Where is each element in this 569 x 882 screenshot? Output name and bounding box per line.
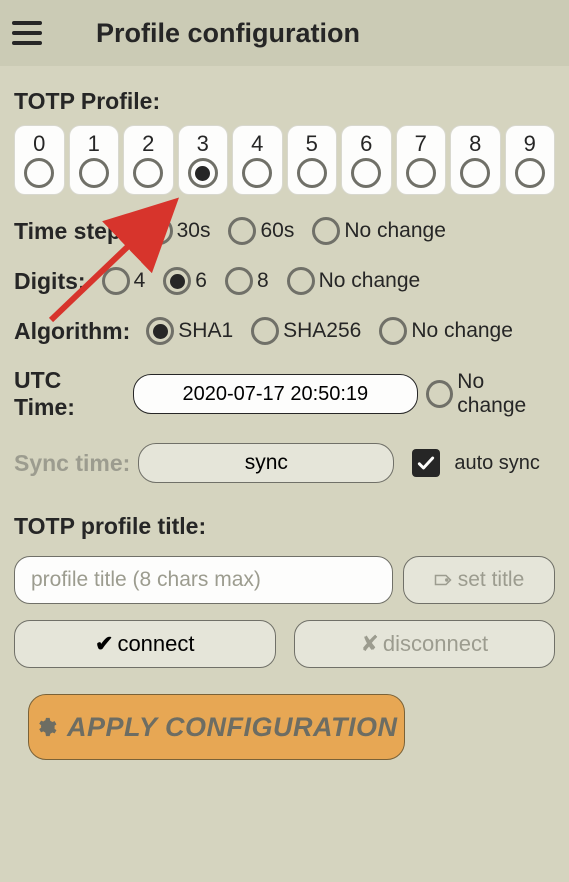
digits-option-label: 4: [134, 269, 146, 293]
profile-slot-8[interactable]: 8: [450, 125, 501, 195]
radio-icon: [312, 217, 340, 245]
radio-icon: [145, 217, 173, 245]
set-title-button[interactable]: set title: [403, 556, 555, 604]
utc-nochange-radio[interactable]: No change: [426, 370, 555, 418]
profile-slot-number: 6: [360, 131, 372, 157]
radio-icon: [228, 217, 256, 245]
profile-slot-number: 7: [415, 131, 427, 157]
radio-icon: [287, 267, 315, 295]
profile-slot-number: 8: [469, 131, 481, 157]
profile-title-row: set title: [14, 556, 555, 604]
profile-slot-number: 4: [251, 131, 263, 157]
digits-option-no-change[interactable]: No change: [287, 267, 421, 295]
auto-sync-checkbox[interactable]: [412, 449, 440, 477]
set-title-label: set title: [458, 568, 525, 592]
algorithm-option-label: No change: [411, 319, 513, 343]
algorithm-option-label: SHA256: [283, 319, 361, 343]
sync-row: Sync time: sync auto sync: [14, 443, 555, 483]
profile-slot-number: 0: [33, 131, 45, 157]
totp-profile-selector: 0 1 2 3 4 5 6 7 8 9: [14, 125, 555, 195]
connect-row: ✔ connect ✘ disconnect: [14, 620, 555, 668]
timestep-option-label: 60s: [260, 219, 294, 243]
radio-icon: [406, 158, 436, 188]
profile-title-input[interactable]: [14, 556, 393, 604]
disconnect-label: disconnect: [383, 631, 488, 657]
radio-icon: [297, 158, 327, 188]
radio-icon: [133, 158, 163, 188]
content-area: TOTP Profile: 0 1 2 3 4 5 6 7 8 9 Time step: 30s 6…: [0, 66, 569, 668]
radio-icon: [188, 158, 218, 188]
algorithm-label: Algorithm:: [14, 318, 130, 345]
gear-icon: [35, 716, 57, 738]
profile-slot-number: 1: [88, 131, 100, 157]
profile-slot-number: 2: [142, 131, 154, 157]
algorithm-option-label: SHA1: [178, 319, 233, 343]
sync-button[interactable]: sync: [138, 443, 394, 483]
profile-slot-0[interactable]: 0: [14, 125, 65, 195]
timestep-option-30s[interactable]: 30s: [145, 217, 211, 245]
totp-profile-label: TOTP Profile:: [14, 88, 555, 115]
timestep-option-60s[interactable]: 60s: [228, 217, 294, 245]
check-icon: ✔: [95, 631, 113, 657]
connect-button[interactable]: ✔ connect: [14, 620, 276, 668]
sync-label: Sync time:: [14, 450, 130, 477]
profile-slot-number: 9: [524, 131, 536, 157]
profile-slot-9[interactable]: 9: [505, 125, 556, 195]
radio-icon: [351, 158, 381, 188]
timestep-option-label: 30s: [177, 219, 211, 243]
timestep-option-no-change[interactable]: No change: [312, 217, 446, 245]
apply-label: APPLY CONFIGURATION: [67, 712, 398, 743]
digits-label: Digits:: [14, 268, 86, 295]
radio-icon: [225, 267, 253, 295]
profile-slot-5[interactable]: 5: [287, 125, 338, 195]
utc-row: UTC Time: No change: [14, 367, 555, 421]
timestep-row: Time step: 30s 60s No change: [14, 217, 555, 245]
profile-title-label: TOTP profile title:: [14, 513, 555, 540]
radio-icon: [146, 317, 174, 345]
digits-option-4[interactable]: 4: [102, 267, 146, 295]
radio-icon: [460, 158, 490, 188]
apply-configuration-button[interactable]: APPLY CONFIGURATION: [28, 694, 405, 760]
profile-slot-3[interactable]: 3: [178, 125, 229, 195]
digits-option-label: 8: [257, 269, 269, 293]
algorithm-option-no-change[interactable]: No change: [379, 317, 513, 345]
profile-slot-2[interactable]: 2: [123, 125, 174, 195]
algorithm-option-sha256[interactable]: SHA256: [251, 317, 361, 345]
radio-icon: [379, 317, 407, 345]
radio-icon: [163, 267, 191, 295]
timestep-option-label: No change: [344, 219, 446, 243]
profile-slot-7[interactable]: 7: [396, 125, 447, 195]
digits-option-6[interactable]: 6: [163, 267, 207, 295]
timestep-label: Time step:: [14, 218, 129, 245]
utc-time-input[interactable]: [133, 374, 419, 414]
page-title: Profile configuration: [96, 18, 360, 49]
digits-option-label: 6: [195, 269, 207, 293]
algorithm-row: Algorithm: SHA1 SHA256 No change: [14, 317, 555, 345]
utc-label: UTC Time:: [14, 367, 125, 421]
radio-icon: [102, 267, 130, 295]
profile-slot-4[interactable]: 4: [232, 125, 283, 195]
algorithm-option-sha1[interactable]: SHA1: [146, 317, 233, 345]
profile-slot-number: 3: [197, 131, 209, 157]
radio-icon: [515, 158, 545, 188]
profile-slot-number: 5: [306, 131, 318, 157]
tag-icon: [434, 573, 452, 587]
disconnect-button[interactable]: ✘ disconnect: [294, 620, 556, 668]
digits-option-label: No change: [319, 269, 421, 293]
app-header: Profile configuration: [0, 0, 569, 66]
digits-row: Digits: 4 6 8 No change: [14, 267, 555, 295]
radio-icon: [79, 158, 109, 188]
radio-icon: [24, 158, 54, 188]
close-icon: ✘: [360, 631, 378, 657]
utc-nochange-label: No change: [457, 370, 555, 418]
radio-icon: [251, 317, 279, 345]
connect-label: connect: [117, 631, 194, 657]
profile-slot-1[interactable]: 1: [69, 125, 120, 195]
digits-option-8[interactable]: 8: [225, 267, 269, 295]
menu-icon[interactable]: [12, 11, 56, 55]
radio-icon: [242, 158, 272, 188]
auto-sync-label: auto sync: [454, 452, 540, 475]
profile-slot-6[interactable]: 6: [341, 125, 392, 195]
